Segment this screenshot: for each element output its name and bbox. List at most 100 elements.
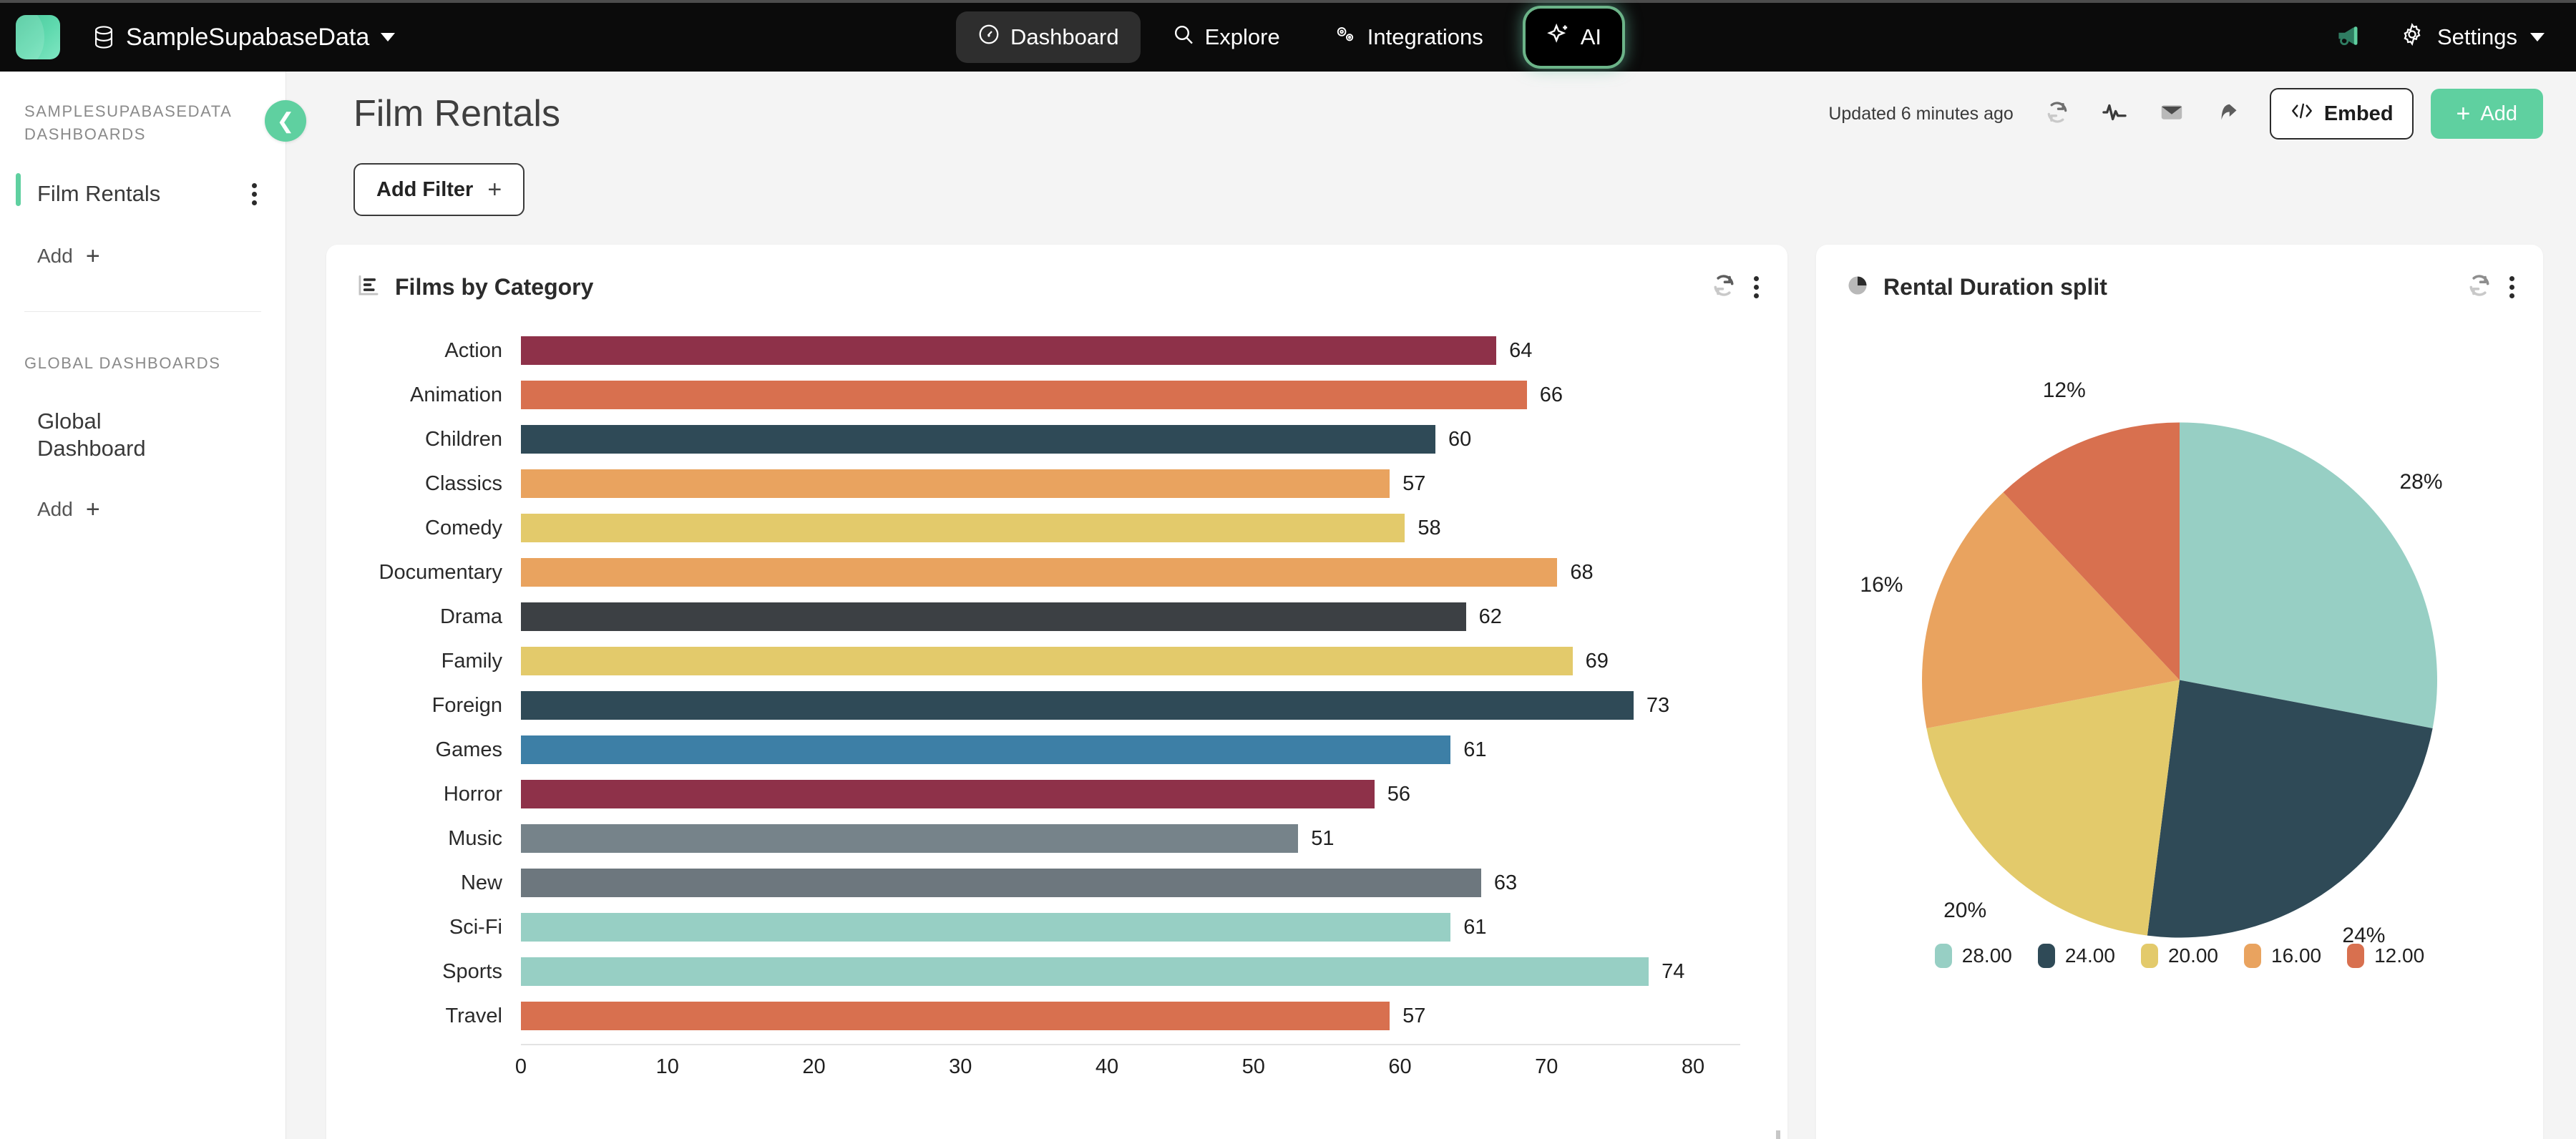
kebab-menu-icon[interactable]	[2505, 272, 2519, 303]
bar-value-label: 56	[1387, 782, 1411, 806]
card-header: Rental Duration split	[1816, 245, 2543, 303]
bar-value-label: 73	[1646, 693, 1670, 717]
bar-chart-row: Travel 57	[355, 994, 1740, 1038]
pie-legend-item[interactable]: 20.00	[2140, 944, 2218, 968]
refresh-button[interactable]	[2031, 87, 2084, 140]
bar-fill[interactable]	[521, 735, 1451, 764]
bar-fill[interactable]	[521, 514, 1405, 542]
bar-value-label: 51	[1311, 826, 1335, 850]
megaphone-icon[interactable]	[2334, 24, 2366, 52]
pie-legend-item[interactable]: 12.00	[2347, 944, 2424, 968]
bar-fill[interactable]	[521, 869, 1481, 897]
card-rental-duration-split: Rental Duration split 28% 24% 20% 16% 12…	[1815, 245, 2543, 1139]
bar-fill[interactable]	[521, 957, 1649, 986]
bar-chart-row: Horror 56	[355, 772, 1740, 816]
main-content: Film Rentals Updated 6 minutes ago Embed…	[286, 72, 2576, 1139]
bar-fill[interactable]	[521, 381, 1527, 409]
bar-category-label: Classics	[425, 471, 502, 495]
bar-x-tick-label: 50	[1241, 1055, 1265, 1078]
pie-legend-swatch	[2140, 944, 2158, 968]
refresh-icon[interactable]	[2467, 273, 2492, 302]
bar-fill[interactable]	[521, 1002, 1390, 1030]
bar-fill[interactable]	[521, 425, 1435, 454]
sidebar: ❮ SampleSupabaseData Dashboards Film Ren…	[0, 72, 306, 1139]
bar-fill[interactable]	[521, 469, 1390, 498]
bar-category-label: Sci-Fi	[449, 915, 502, 939]
page-header-actions: Updated 6 minutes ago Embed + Add	[1828, 87, 2543, 140]
sidebar-add-dashboard-button[interactable]: Add +	[0, 237, 286, 275]
bar-category-label: Children	[425, 427, 502, 451]
pie-legend-item[interactable]: 24.00	[2037, 944, 2115, 968]
code-brackets-icon	[2290, 101, 2314, 127]
card-header: Films by Category	[326, 245, 1787, 303]
kebab-menu-icon[interactable]	[248, 179, 261, 210]
pie-legend-label: 28.00	[1961, 944, 2012, 967]
card-resize-handle[interactable]	[1765, 1130, 1780, 1139]
bar-track: 57	[521, 994, 1740, 1038]
nav-item-integrations[interactable]: Integrations	[1312, 11, 1505, 63]
bar-category-label: Family	[441, 649, 502, 673]
nav-item-ai[interactable]: AI	[1527, 11, 1621, 64]
add-label: Add	[2480, 102, 2517, 125]
gears-icon	[1333, 23, 1357, 52]
bar-fill[interactable]	[521, 336, 1497, 365]
card-films-by-category: Films by Category Action 64 Animation 66…	[326, 245, 1787, 1139]
add-button[interactable]: + Add	[2430, 89, 2543, 139]
main-nav: Dashboard Explore Integrations AI	[955, 11, 1621, 64]
sidebar-add-global-button[interactable]: Add +	[0, 490, 286, 529]
nav-item-dashboard[interactable]: Dashboard	[955, 11, 1141, 63]
bar-track: 57	[521, 461, 1740, 506]
bar-track: 73	[521, 683, 1740, 728]
database-icon	[93, 25, 114, 49]
bar-chart-row: Comedy 58	[355, 506, 1740, 550]
database-selector[interactable]: SampleSupabaseData	[93, 24, 396, 52]
bar-chart: Action 64 Animation 66 Children 60 Classics 57 C…	[326, 303, 1787, 1087]
bar-x-tick-label: 60	[1388, 1055, 1412, 1078]
app-logo[interactable]	[16, 15, 60, 59]
bar-fill[interactable]	[521, 691, 1634, 720]
sidebar-collapse-button[interactable]: ❮	[265, 100, 306, 142]
bar-fill[interactable]	[521, 913, 1451, 942]
refresh-icon[interactable]	[1711, 273, 1737, 302]
bar-chart-icon	[356, 273, 381, 301]
sidebar-add-label: Add	[37, 498, 73, 521]
bar-chart-row: Animation 66	[355, 373, 1740, 417]
filter-row: Add Filter +	[319, 163, 2543, 216]
activity-button[interactable]	[2088, 87, 2141, 140]
bar-track: 66	[521, 373, 1740, 417]
bar-track: 69	[521, 639, 1740, 683]
bar-fill[interactable]	[521, 824, 1299, 853]
bar-category-label: Foreign	[431, 693, 502, 717]
pie-chart: 28% 24% 20% 16% 12% 28.00 24.00 20.00 16.00 12.0…	[1816, 303, 2543, 1032]
bar-fill[interactable]	[521, 558, 1558, 587]
bar-category-label: Music	[448, 826, 502, 850]
bar-chart-row: Children 60	[355, 417, 1740, 461]
bar-value-label: 61	[1463, 915, 1487, 939]
settings-menu[interactable]: Settings	[2400, 22, 2545, 52]
pie-legend-item[interactable]: 28.00	[1934, 944, 2012, 968]
sparkle-icon	[1546, 22, 1571, 52]
add-filter-button[interactable]: Add Filter +	[353, 163, 525, 216]
page-title: Film Rentals	[353, 93, 560, 135]
sidebar-item-film-rentals[interactable]: Film Rentals	[0, 172, 286, 217]
embed-button[interactable]: Embed	[2269, 88, 2414, 140]
pie-legend-item[interactable]: 16.00	[2244, 944, 2321, 968]
bar-value-label: 68	[1570, 560, 1594, 584]
chevron-left-icon: ❮	[276, 109, 295, 133]
bar-track: 74	[521, 949, 1740, 994]
bar-fill[interactable]	[521, 780, 1375, 808]
bar-fill[interactable]	[521, 602, 1466, 631]
share-button[interactable]	[2202, 87, 2255, 140]
bar-value-label: 74	[1662, 959, 1685, 983]
nav-item-explore[interactable]: Explore	[1151, 11, 1302, 63]
email-button[interactable]	[2145, 87, 2198, 140]
bar-fill[interactable]	[521, 647, 1573, 675]
pie-graphic	[1921, 422, 2437, 942]
bar-x-tick-label: 40	[1095, 1055, 1119, 1078]
bar-category-label: Horror	[443, 782, 502, 806]
card-actions	[1711, 272, 1763, 303]
bar-track: 64	[521, 328, 1740, 373]
pie-slice[interactable]	[2179, 422, 2437, 729]
kebab-menu-icon[interactable]	[1750, 272, 1763, 303]
sidebar-item-global-dashboard[interactable]: Global Dashboard	[0, 401, 286, 471]
